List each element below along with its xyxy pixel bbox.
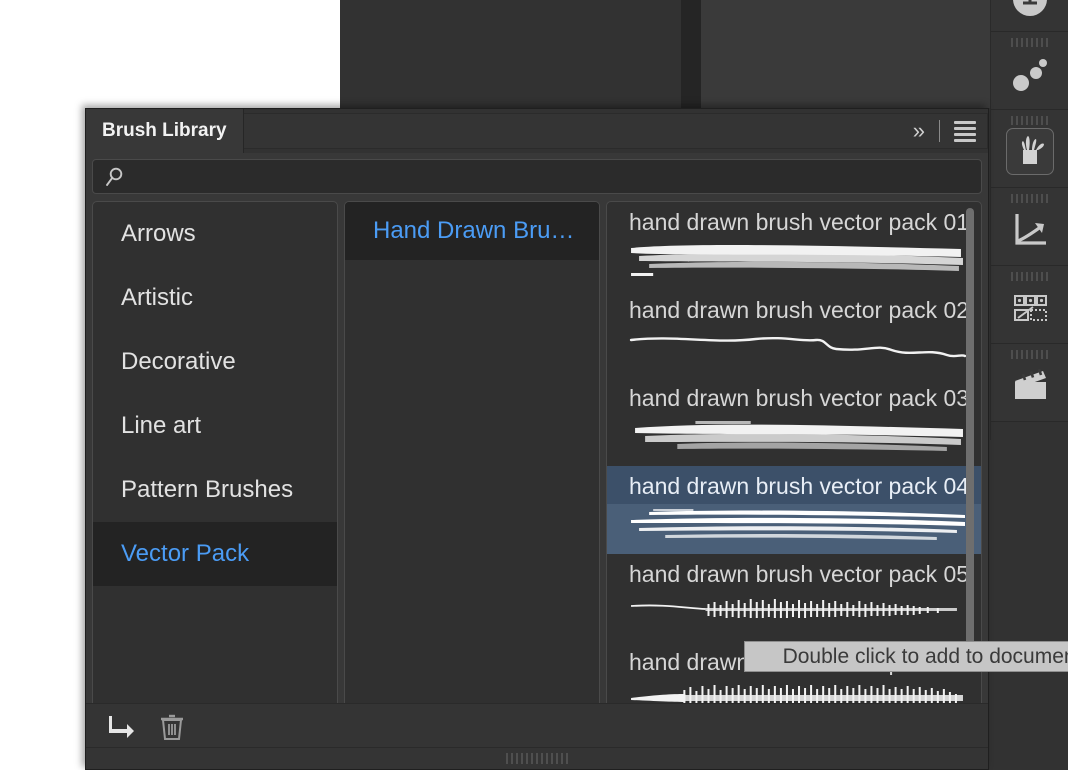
panel-title: Brush Library: [102, 120, 227, 141]
brush-library-panel: Brush Library » Arrows Artistic Decorati…: [85, 108, 1068, 770]
panel-resize-strip[interactable]: [86, 747, 988, 769]
panel-titlebar[interactable]: Brush Library »: [86, 109, 988, 153]
brush-stroke-preview: [625, 416, 967, 462]
category-label: Vector Pack: [121, 540, 250, 567]
brush-list-item[interactable]: hand drawn brush vector pack 01: [607, 202, 981, 290]
resize-grip-icon[interactable]: [506, 753, 568, 764]
pack-list: Hand Drawn Bru…: [344, 201, 600, 709]
titlebar-tools: »: [909, 109, 978, 153]
panel-footer-toolbar: [86, 703, 988, 749]
brush-list-scrollbar-thumb[interactable]: [966, 208, 974, 670]
brush-stroke-preview: [625, 592, 967, 638]
search-field[interactable]: [92, 159, 982, 194]
search-area: [86, 153, 988, 194]
rail-item-brush-library[interactable]: [991, 110, 1068, 188]
graph-arrow-icon: [1015, 213, 1046, 245]
category-label: Artistic: [121, 284, 193, 311]
brush-list-item[interactable]: hand drawn brush vector pack 05: [607, 554, 981, 642]
nodes-icon: [1013, 58, 1047, 91]
brush-item-list: hand drawn brush vector pack 01 hand dra…: [606, 201, 982, 709]
symbols-icon: [1014, 294, 1047, 321]
rail-item-graph[interactable]: [991, 188, 1068, 266]
toolbar-divider: [939, 120, 940, 142]
brush-list-scrollbar[interactable]: [965, 208, 975, 670]
library-columns: Arrows Artistic Decorative Line art Patt…: [92, 201, 982, 709]
pack-label: Hand Drawn Bru…: [373, 217, 575, 244]
gauge-icon: [1013, 0, 1047, 16]
category-item-vector-pack[interactable]: Vector Pack: [93, 522, 337, 586]
brush-item-label: hand drawn brush vector pack 03: [629, 385, 970, 411]
brush-list-item[interactable]: hand drawn brush vector pack 02: [607, 290, 981, 378]
category-item-decorative[interactable]: Decorative: [93, 330, 337, 394]
brush-item-label: hand drawn brush vector pack 04: [607, 466, 981, 504]
brush-list-item-selected[interactable]: hand drawn brush vector pack 04: [607, 466, 981, 554]
tabstrip-empty-area: [243, 113, 988, 149]
rail-grip-handle[interactable]: [1011, 272, 1049, 281]
rail-item-nodes[interactable]: [991, 32, 1068, 110]
brush-item-label: hand drawn brush vector pack 05: [629, 561, 970, 587]
category-label: Decorative: [121, 348, 236, 375]
rail-grip-handle[interactable]: [1011, 194, 1049, 203]
double-chevron-right-icon[interactable]: »: [909, 118, 927, 144]
category-item-artistic[interactable]: Artistic: [93, 266, 337, 330]
search-input[interactable]: [125, 166, 981, 187]
category-item-arrows[interactable]: Arrows: [93, 202, 337, 266]
rail-grip-handle[interactable]: [1011, 38, 1049, 47]
category-item-pattern-brushes[interactable]: Pattern Brushes: [93, 458, 337, 522]
category-label: Arrows: [121, 220, 196, 247]
category-item-line-art[interactable]: Line art: [93, 394, 337, 458]
rail-item-symbols[interactable]: [991, 266, 1068, 344]
rail-empty-space: [991, 422, 1068, 752]
tooltip-text: Double click to add to document: [782, 644, 1068, 668]
hamburger-menu-icon[interactable]: [952, 120, 978, 142]
clapperboard-icon: [1015, 368, 1046, 399]
tooltip: Double click to add to document: [744, 641, 1068, 672]
category-list: Arrows Artistic Decorative Line art Patt…: [92, 201, 338, 709]
brush-pot-icon: [1021, 136, 1044, 164]
rail-grip-handle[interactable]: [1011, 116, 1049, 125]
trash-icon[interactable]: [156, 711, 188, 743]
category-label: Pattern Brushes: [121, 476, 294, 503]
brush-stroke-preview: [625, 328, 967, 374]
brush-item-scroll-area: hand drawn brush vector pack 01 hand dra…: [607, 202, 981, 708]
brush-stroke-preview: [625, 240, 967, 286]
add-to-document-arrow-icon[interactable]: [106, 711, 138, 743]
document-canvas: [0, 0, 340, 108]
brush-list-item[interactable]: hand drawn brush vector pack 03: [607, 378, 981, 466]
pack-item-hand-drawn-brushes[interactable]: Hand Drawn Bru…: [345, 202, 599, 260]
rail-grip-handle[interactable]: [1011, 350, 1049, 359]
tab-brush-library[interactable]: Brush Library: [86, 109, 244, 153]
rail-item-gauge[interactable]: [991, 0, 1068, 32]
brush-item-label: hand drawn brush vector pack 01: [629, 209, 970, 235]
brush-item-label: hand drawn brush vector pack 02: [629, 297, 970, 323]
category-label: Line art: [121, 412, 202, 439]
search-icon: [106, 167, 123, 186]
properties-scrollbar-track[interactable]: [681, 0, 1037, 108]
rail-item-clapperboard[interactable]: [991, 344, 1068, 422]
brush-stroke-preview: [625, 504, 967, 550]
panel-icon-rail: [990, 0, 1068, 752]
